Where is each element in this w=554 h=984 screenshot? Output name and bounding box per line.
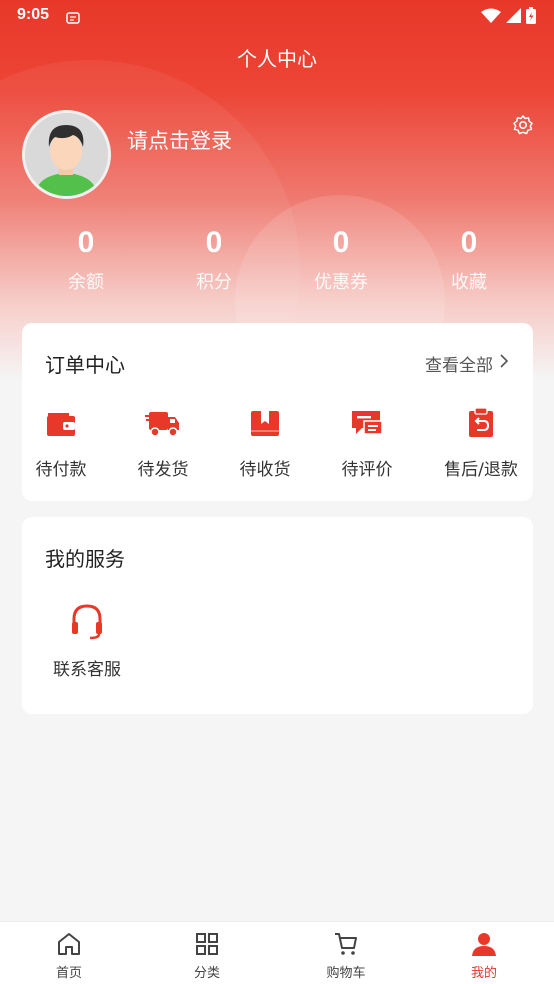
battery-icon [526,7,536,28]
order-after-sale[interactable]: 售后/退款 [431,405,531,480]
comment-icon [317,405,417,441]
stat-label: 余额 [68,272,104,293]
order-item-label: 售后/退款 [444,460,518,480]
bottom-tab-bar: 首页 分类 购物车 我的 [0,921,554,984]
notification-icon [66,9,80,28]
grid-icon [167,930,247,958]
view-all-orders-link[interactable]: 查看全部 [425,351,509,376]
avatar[interactable] [22,110,111,199]
service-item-label: 联系客服 [53,660,121,680]
tab-label: 分类 [193,966,220,981]
box-icon [215,405,315,441]
chevron-right-icon [499,353,509,374]
login-prompt[interactable]: 请点击登录 [127,125,232,155]
stat-points[interactable]: 0 积分 [159,226,269,294]
page-title: 个人中心 [237,47,317,71]
tab-label: 购物车 [326,966,366,981]
tab-cart[interactable]: 购物车 [306,930,386,981]
stat-value: 0 [460,226,478,259]
headset-icon [42,603,132,641]
cart-icon [306,930,386,958]
order-center-card: 订单中心 查看全部 待付款 待发货 待收货 待评价 售后/退款 [22,323,533,501]
stat-coupons[interactable]: 0 优惠券 [286,226,396,294]
order-item-label: 待付款 [35,460,87,480]
my-services-title: 我的服务 [45,547,125,571]
wifi-icon [481,8,501,28]
wallet-icon [11,405,111,441]
order-center-title: 订单中心 [45,353,125,377]
return-icon [431,405,531,441]
tab-label: 首页 [55,966,82,981]
order-pending-review[interactable]: 待评价 [317,405,417,480]
view-all-label: 查看全部 [425,356,493,376]
stat-value: 0 [332,226,350,259]
stat-label: 优惠券 [314,272,368,293]
tab-label: 我的 [470,966,497,981]
home-icon [29,930,109,958]
tab-home[interactable]: 首页 [29,930,109,981]
stat-favorites[interactable]: 0 收藏 [414,226,524,294]
order-item-label: 待发货 [137,460,189,480]
order-item-label: 待评价 [341,460,393,480]
stat-label: 收藏 [451,272,487,293]
order-item-label: 待收货 [239,460,291,480]
signal-icon [506,8,521,27]
tab-mine[interactable]: 我的 [444,930,524,981]
stat-value: 0 [77,226,95,259]
truck-icon [113,405,213,441]
contact-customer-service[interactable]: 联系客服 [42,603,132,680]
order-pending-payment[interactable]: 待付款 [11,405,111,480]
order-pending-shipment[interactable]: 待发货 [113,405,213,480]
stat-balance[interactable]: 0 余额 [31,226,141,294]
stat-value: 0 [205,226,223,259]
order-pending-receipt[interactable]: 待收货 [215,405,315,480]
status-bar: 9:05 [0,0,554,30]
tab-category[interactable]: 分类 [167,930,247,981]
status-time: 9:05 [17,6,50,23]
my-services-card: 我的服务 联系客服 [22,517,533,714]
stat-label: 积分 [196,272,232,293]
user-icon [444,930,524,958]
gear-icon[interactable] [512,114,534,140]
